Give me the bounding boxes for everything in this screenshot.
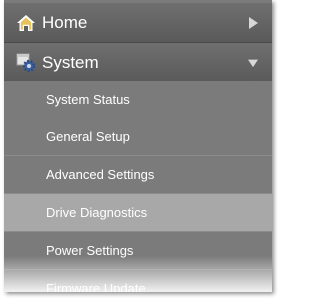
nav-item-home-label: Home	[42, 13, 88, 32]
gear-icon	[16, 53, 36, 73]
submenu-item-firmware-update[interactable]: Firmware Update	[4, 270, 272, 292]
submenu-item-label: Drive Diagnostics	[46, 205, 148, 220]
nav-item-system[interactable]: System	[4, 43, 272, 83]
nav-item-system-label: System	[42, 53, 99, 72]
submenu-item-system-status[interactable]: System Status	[4, 81, 272, 119]
submenu-item-label: Advanced Settings	[46, 167, 155, 182]
submenu-item-label: Firmware Update	[46, 281, 146, 292]
submenu-item-label: Power Settings	[46, 243, 134, 258]
nav-item-home[interactable]: Home	[4, 3, 272, 43]
chevron-down-icon	[248, 59, 258, 68]
submenu-item-general-setup[interactable]: General Setup	[4, 118, 272, 156]
chevron-right-icon	[249, 17, 258, 29]
submenu-item-drive-diagnostics[interactable]: Drive Diagnostics	[4, 194, 272, 232]
navigation-menu: Home System System Status General Setup …	[4, 0, 272, 292]
home-icon	[17, 15, 35, 31]
submenu-item-power-settings[interactable]: Power Settings	[4, 232, 272, 270]
submenu-item-label: General Setup	[46, 129, 130, 144]
submenu-item-label: System Status	[46, 92, 130, 107]
submenu-item-advanced-settings[interactable]: Advanced Settings	[4, 156, 272, 194]
